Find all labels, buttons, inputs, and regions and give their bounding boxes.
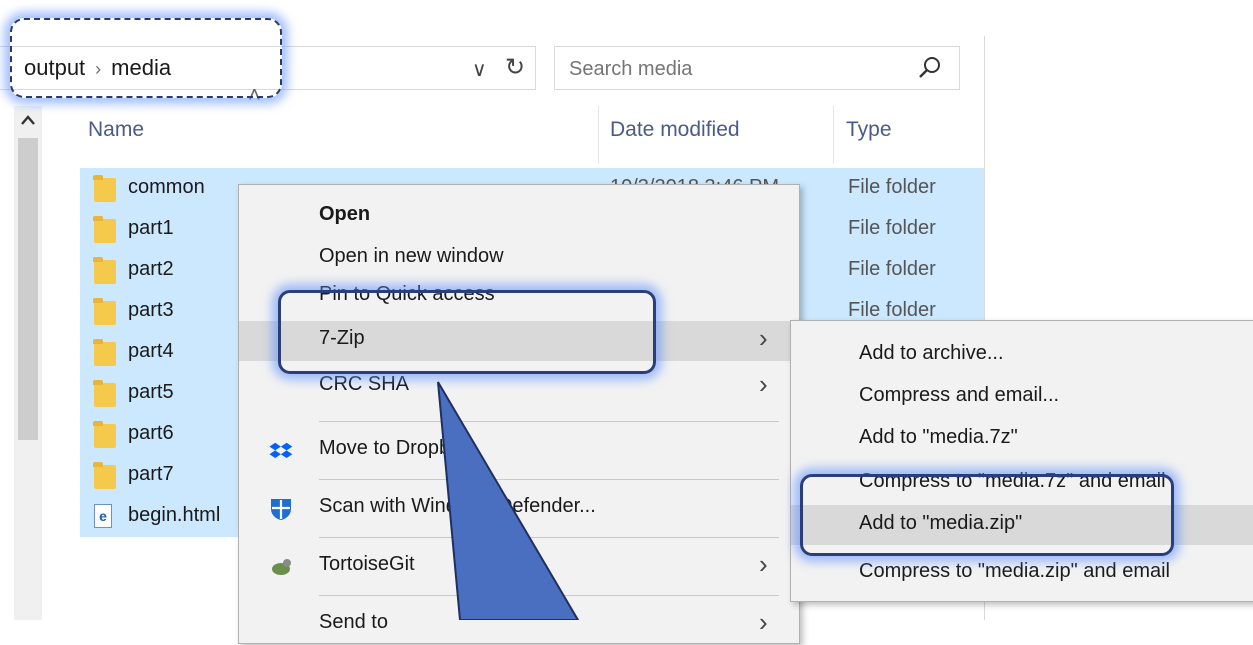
menu-item-open-new-window[interactable]: Open in new window <box>239 239 799 279</box>
menu-item-open[interactable]: Open <box>239 197 799 237</box>
menu-separator <box>319 595 779 596</box>
menu-item-label: Scan with Windows Defender... <box>319 495 596 517</box>
folder-icon <box>93 257 116 284</box>
submenu-7zip: Add to archive... Compress and email... … <box>790 320 1253 602</box>
context-menu: Open Open in new window Pin to Quick acc… <box>238 184 800 644</box>
html-file-icon: e <box>94 504 112 528</box>
file-name: part2 <box>128 258 174 280</box>
folder-icon <box>93 216 116 243</box>
folder-icon <box>93 175 116 202</box>
scroll-up-arrow-icon[interactable] <box>14 106 42 134</box>
folder-icon <box>93 339 116 366</box>
chevron-down-icon[interactable]: ∨ <box>472 57 487 82</box>
menu-item-label: Send to <box>319 611 388 633</box>
chevron-right-icon: › <box>759 549 768 579</box>
column-divider[interactable] <box>833 106 834 164</box>
menu-item-label: Open <box>319 203 371 225</box>
menu-item-label: Open in new window <box>319 245 504 267</box>
file-name: part7 <box>128 463 174 485</box>
menu-item-scan-defender[interactable]: Scan with Windows Defender... <box>239 489 799 529</box>
highlight-address-bar <box>10 18 282 98</box>
chevron-right-icon: › <box>759 607 768 637</box>
folder-icon <box>93 298 116 325</box>
menu-item-crc-sha[interactable]: CRC SHA › <box>239 369 799 413</box>
menu-item-label: Add to "media.7z" <box>859 426 1018 448</box>
file-type: File folder <box>848 176 936 198</box>
highlight-7zip-item <box>278 290 656 374</box>
folder-icon <box>93 421 116 448</box>
column-header-name[interactable]: Name <box>88 118 144 142</box>
menu-item-label: TortoiseGit <box>319 553 415 575</box>
menu-separator <box>319 421 779 422</box>
menu-item-send-to[interactable]: Send to › <box>239 605 799 645</box>
submenu-item-compress-email[interactable]: Compress and email... <box>791 377 1253 417</box>
dropbox-icon <box>269 442 293 458</box>
submenu-item-add-to-7z[interactable]: Add to "media.7z" <box>791 419 1253 459</box>
search-box[interactable] <box>554 46 960 90</box>
menu-item-label: CRC SHA <box>319 373 410 395</box>
menu-item-label: Compress to "media.zip" and email <box>859 560 1170 582</box>
file-name: part4 <box>128 340 174 362</box>
file-name: part6 <box>128 422 174 444</box>
file-name: begin.html <box>128 504 221 526</box>
menu-separator <box>319 479 779 480</box>
chevron-right-icon: › <box>759 369 768 399</box>
menu-separator <box>319 537 779 538</box>
refresh-icon[interactable]: ↻ <box>505 53 525 82</box>
column-header-date-modified[interactable]: Date modified <box>610 118 740 142</box>
folder-icon <box>93 462 116 489</box>
tortoisegit-icon <box>272 559 291 575</box>
column-header-type[interactable]: Type <box>846 118 892 142</box>
scrollbar-thumb[interactable] <box>18 138 38 440</box>
file-name: common <box>128 176 205 198</box>
windows-defender-icon <box>271 499 291 520</box>
search-input[interactable] <box>567 53 891 85</box>
menu-item-tortoisegit[interactable]: TortoiseGit › <box>239 547 799 587</box>
file-type: File folder <box>848 299 936 321</box>
menu-item-label: Move to Dropbox <box>319 437 472 459</box>
folder-icon <box>93 380 116 407</box>
chevron-right-icon: › <box>759 323 768 353</box>
menu-item-label: Compress and email... <box>859 384 1060 406</box>
file-name: part3 <box>128 299 174 321</box>
submenu-item-add-to-archive[interactable]: Add to archive... <box>791 335 1253 375</box>
file-name: part5 <box>128 381 174 403</box>
menu-item-label: Add to archive... <box>859 342 1004 364</box>
file-type: File folder <box>848 258 936 280</box>
column-divider[interactable] <box>598 106 599 164</box>
file-name: part1 <box>128 217 174 239</box>
highlight-add-to-zip <box>800 474 1174 556</box>
menu-item-move-to-dropbox[interactable]: Move to Dropbox <box>239 431 799 471</box>
file-type: File folder <box>848 217 936 239</box>
submenu-item-compress-zip-email[interactable]: Compress to "media.zip" and email <box>791 553 1253 593</box>
search-icon[interactable] <box>917 55 943 81</box>
